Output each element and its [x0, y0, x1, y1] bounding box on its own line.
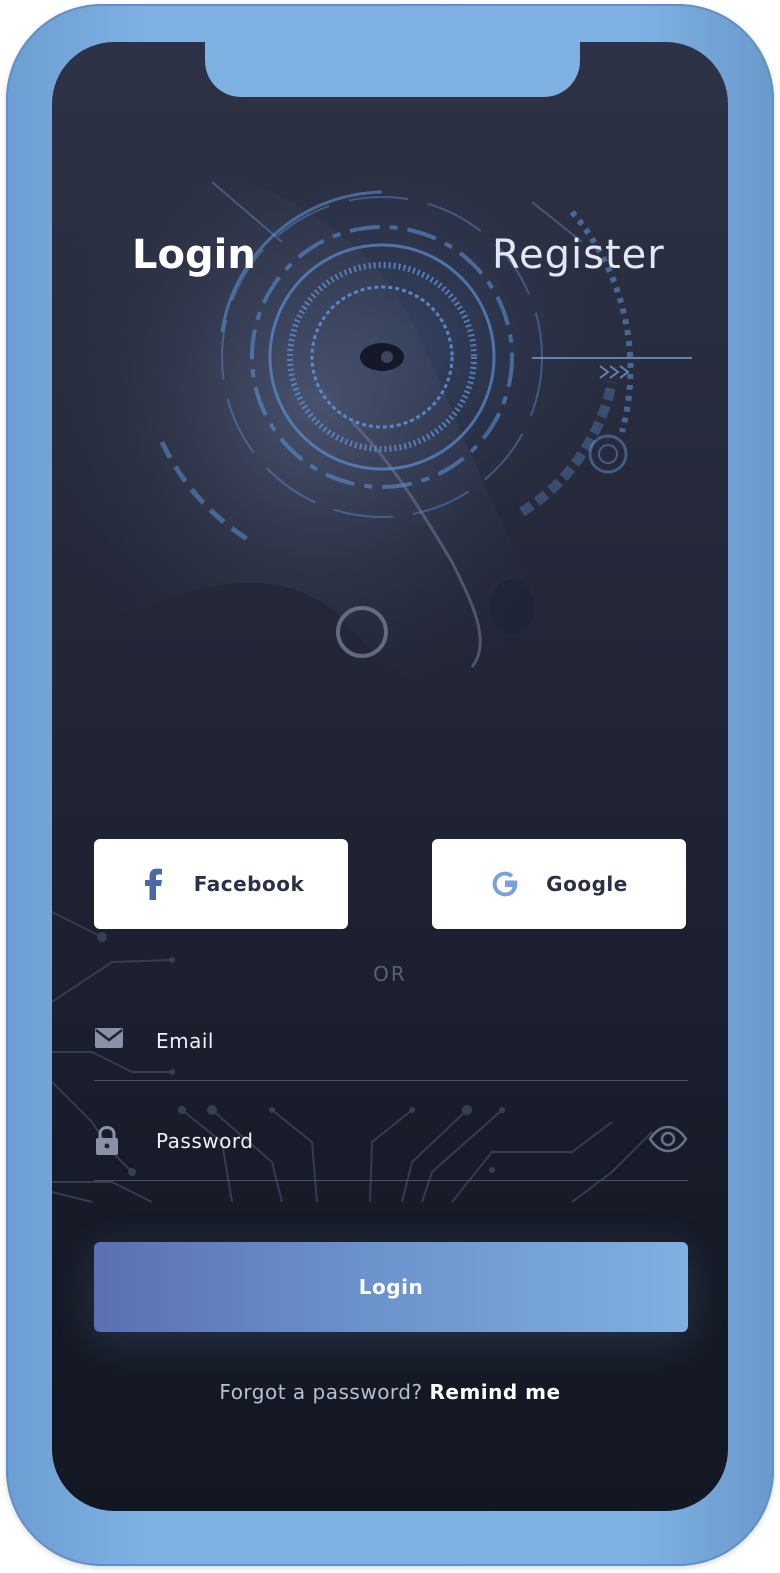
facebook-label: Facebook: [193, 872, 305, 896]
google-icon: [490, 869, 520, 899]
envelope-icon: [94, 1026, 124, 1056]
tab-login[interactable]: Login: [132, 232, 256, 278]
email-field: [94, 1010, 688, 1081]
forgot-password-row: Forgot a password? Remind me: [52, 1380, 728, 1404]
phone-notch: [205, 42, 580, 97]
forgot-password-text: Forgot a password?: [219, 1380, 423, 1404]
password-field: [94, 1110, 688, 1181]
facebook-login-button[interactable]: Facebook: [94, 839, 348, 929]
remind-me-link[interactable]: Remind me: [429, 1380, 560, 1404]
google-label: Google: [546, 872, 628, 896]
facebook-icon: [138, 868, 168, 900]
app-screen: Login Register Facebook Google OR Email …: [52, 42, 728, 1511]
lock-icon: [94, 1125, 124, 1156]
email-input[interactable]: [154, 1022, 628, 1060]
login-submit-button[interactable]: Login: [94, 1242, 688, 1332]
tab-register[interactable]: Register: [492, 232, 665, 278]
or-divider: OR: [373, 962, 407, 986]
password-input[interactable]: [154, 1122, 628, 1160]
eye-icon[interactable]: [648, 1124, 688, 1154]
google-login-button[interactable]: Google: [432, 839, 686, 929]
